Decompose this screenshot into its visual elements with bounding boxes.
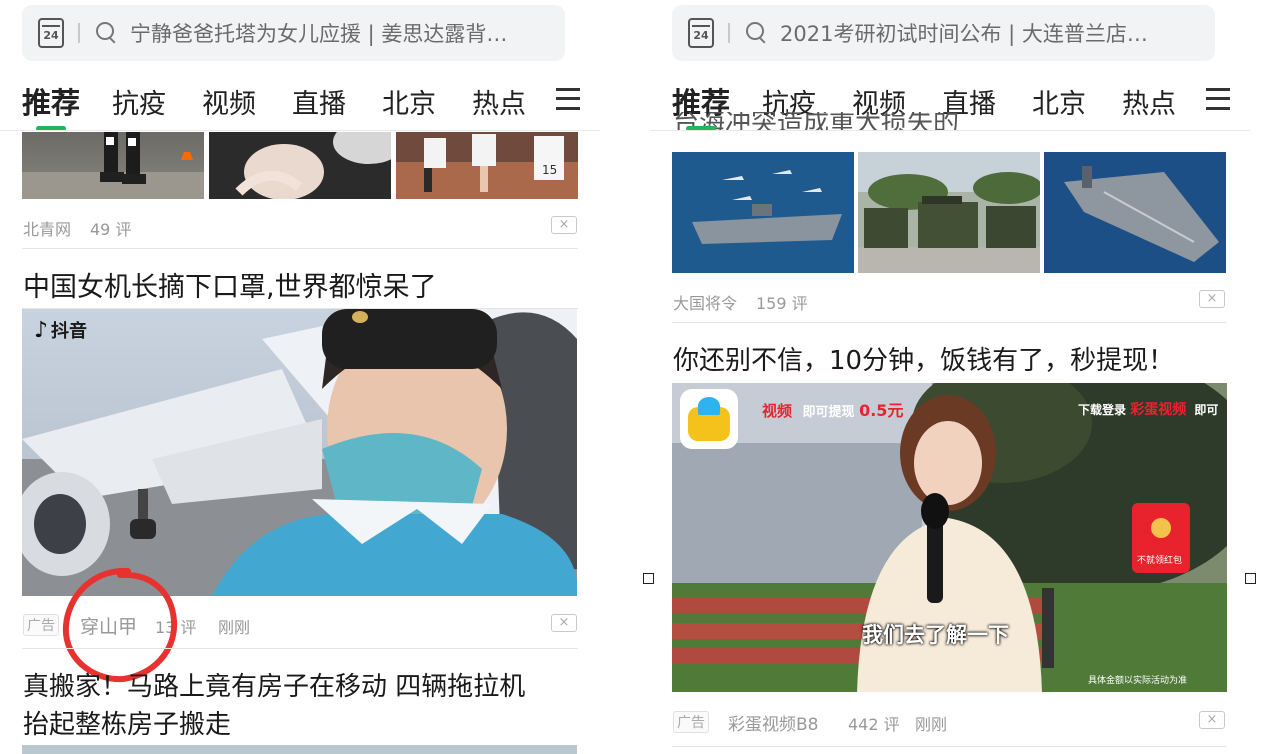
ad-badge: 广告 — [673, 711, 709, 733]
tab-beijing[interactable]: 北京 — [382, 82, 436, 121]
comment-count[interactable]: 442 评 — [848, 711, 900, 735]
banner-left-brand: 视频 — [762, 402, 793, 420]
pilot-photo — [22, 309, 577, 596]
ad-badge: 广告 — [23, 614, 59, 636]
tab-hot[interactable]: 热点 — [472, 82, 526, 121]
dismiss-button[interactable]: × — [551, 614, 577, 632]
header-divider — [650, 130, 1250, 131]
skaters-image — [22, 132, 204, 199]
douyin-logo-icon: ♪ — [34, 317, 49, 343]
thumbnail-aircraft-carrier[interactable] — [1044, 152, 1226, 273]
pilot-video-image[interactable]: ♪ 抖音 — [22, 309, 577, 596]
calendar-label: 24 — [43, 28, 59, 42]
right-screenshot: 24 2021考研初试时间公布 | 大连普兰店… 推荐 抗疫 视频 直播 北京 … — [650, 0, 1250, 754]
calendar-icon[interactable]: 24 — [38, 18, 64, 48]
headline-pilot[interactable]: 中国女机长摘下口罩,世界都惊呆了 — [23, 265, 437, 304]
runners-image: 15 — [396, 132, 578, 192]
app-logo-icon — [680, 389, 738, 449]
tab-hot[interactable]: 热点 — [1122, 82, 1176, 121]
banner-right-pre: 下载登录 — [1078, 403, 1127, 417]
timestamp: 刚刚 — [218, 618, 251, 637]
resize-handle-right[interactable] — [1245, 573, 1256, 584]
carrier-fleet-image — [672, 152, 854, 273]
tab-video[interactable]: 视频 — [202, 82, 256, 121]
search-icon — [96, 22, 118, 44]
thumbnail-runners[interactable]: 15 — [396, 132, 578, 199]
headline-house[interactable]: 真搬家！马路上竟有房子在移动 四辆拖拉机 — [23, 666, 525, 703]
douyin-label: 抖音 — [51, 321, 88, 342]
search-input[interactable]: 宁静爸爸托塔为女儿应援 | 姜思达露背… — [130, 18, 550, 48]
feed-divider — [672, 746, 1226, 747]
comment-count[interactable]: 159 评 — [756, 290, 808, 314]
tab-beijing[interactable]: 北京 — [1032, 82, 1086, 121]
menu-icon[interactable] — [556, 88, 580, 110]
app-logo-top — [698, 397, 720, 415]
tab-epidemic[interactable]: 抗疫 — [112, 82, 166, 121]
banner-left: 视频 即可提现 0.5元 — [762, 397, 903, 421]
search-icon — [746, 22, 768, 44]
dancer-image — [235, 132, 391, 199]
video-subtitle: 我们去了解一下 — [862, 623, 1009, 647]
dismiss-button[interactable]: × — [1199, 711, 1225, 729]
tab-live[interactable]: 直播 — [292, 82, 346, 121]
search-separator — [728, 23, 730, 43]
thumbnail-carrier-fleet[interactable] — [672, 152, 854, 273]
banner-right: 下载登录 彩蛋视频 即可 — [1078, 399, 1218, 419]
thumbnail-missile-trucks[interactable] — [858, 152, 1040, 273]
red-packet-label: 不就领红包 — [1137, 556, 1183, 566]
banner-right-post: 即可 — [1194, 403, 1219, 417]
ad-source: 彩蛋视频B8 — [728, 715, 819, 735]
article-source: 大国将令 — [673, 294, 738, 313]
svg-text:15: 15 — [542, 163, 557, 177]
missile-trucks-image — [858, 152, 1040, 273]
article-source: 北青网 — [23, 220, 72, 239]
search-bar[interactable]: 24 2021考研初试时间公布 | 大连普兰店… — [672, 5, 1215, 61]
banner-right-brand: 彩蛋视频 — [1130, 402, 1187, 418]
search-bar[interactable]: 24 宁静爸爸托塔为女儿应援 | 姜思达露背… — [22, 5, 565, 61]
header-divider — [0, 130, 600, 131]
thumbnail-skaters[interactable] — [22, 132, 204, 199]
calendar-icon[interactable]: 24 — [688, 18, 714, 48]
aircraft-carrier-image — [1044, 152, 1226, 273]
ad-video-image[interactable]: 视频 即可提现 0.5元 下载登录 彩蛋视频 即可 不就领红包 我们去了解一下 … — [672, 383, 1227, 692]
resize-handle-left[interactable] — [643, 573, 654, 584]
disclaimer: 具体金额以实际活动为准 — [1088, 676, 1188, 686]
tab-recommend[interactable]: 推荐 — [22, 80, 80, 122]
dismiss-button[interactable]: × — [551, 216, 577, 234]
calendar-label: 24 — [693, 28, 709, 42]
dismiss-button[interactable]: × — [1199, 290, 1225, 308]
timestamp: 刚刚 — [915, 715, 948, 734]
headline-house-line2[interactable]: 抬起整栋房子搬走 — [23, 704, 231, 741]
channel-tabs: 推荐 抗疫 视频 直播 北京 热点 — [22, 80, 582, 131]
feed-divider — [22, 248, 578, 249]
douyin-watermark: ♪ 抖音 — [34, 317, 87, 343]
comment-count[interactable]: 49 评 — [90, 216, 131, 240]
banner-left-sub: 即可提现 — [802, 405, 855, 420]
feed-divider — [22, 648, 578, 649]
headline-ad[interactable]: 你还别不信，10分钟，饭钱有了，秒提现！ — [673, 340, 1174, 377]
search-input[interactable]: 2021考研初试时间公布 | 大连普兰店… — [780, 18, 1200, 48]
search-separator — [78, 23, 80, 43]
thumbnail-dancer[interactable] — [209, 132, 391, 199]
feed-divider — [672, 322, 1226, 323]
thumbnail-house[interactable] — [22, 745, 577, 754]
menu-icon[interactable] — [1206, 88, 1230, 110]
left-screenshot: 24 宁静爸爸托塔为女儿应援 | 姜思达露背… 推荐 抗疫 视频 直播 北京 热… — [0, 0, 600, 754]
banner-amount: 0.5元 — [859, 401, 904, 420]
